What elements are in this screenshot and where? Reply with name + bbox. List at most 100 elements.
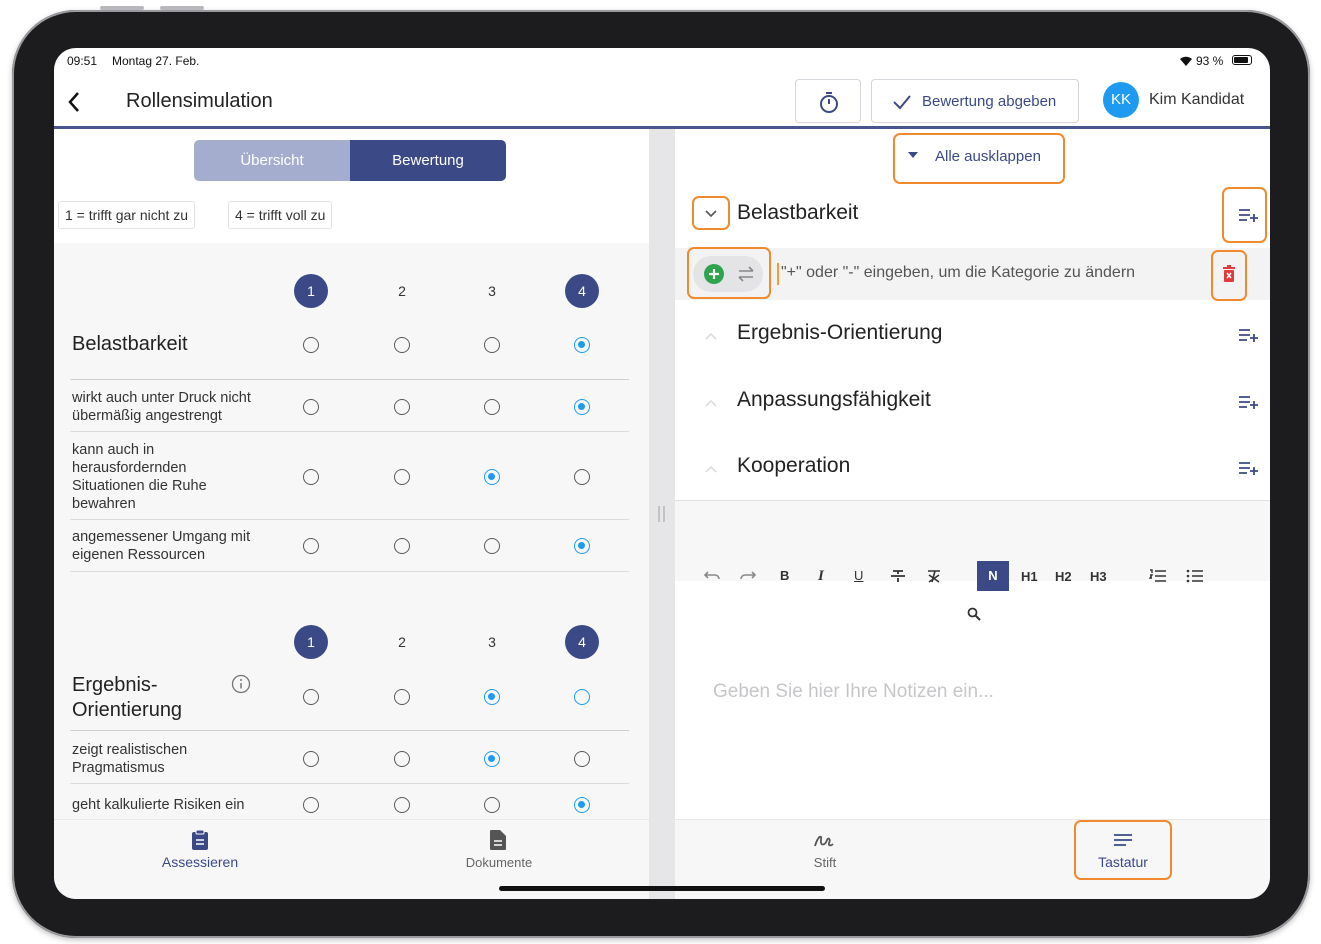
category-title[interactable]: Anpassungsfähigkeit [737,388,931,412]
submit-rating-label: Bewertung abgeben [922,93,1057,110]
wifi-icon [1180,56,1192,66]
divider [70,431,629,432]
radio-overall-4[interactable] [574,337,590,353]
keyboard-lines-icon[interactable] [1113,833,1133,847]
radio-2[interactable] [394,538,410,554]
radio-3[interactable] [484,751,500,767]
divider [70,379,629,380]
radio-3[interactable] [484,538,500,554]
delete-icon[interactable] [1222,265,1236,283]
radio-2[interactable] [394,797,410,813]
right-pane: Alle ausklappen Belastbarkeit "+" oder "… [675,129,1270,819]
add-to-list-icon[interactable] [1238,394,1260,410]
radio-1[interactable] [303,751,319,767]
group-title-ergebnis-orientierung: Ergebnis-Orientierung [72,674,183,721]
timer-button[interactable] [795,79,861,123]
italic-button[interactable]: I [818,568,824,585]
user-name[interactable]: Kim Kandidat [1149,91,1244,109]
chevron-up-icon[interactable] [704,399,718,409]
divider [70,783,629,784]
nav-assessieren[interactable]: Assessieren [150,854,250,870]
heading-1-button[interactable]: H1 [1021,569,1038,584]
normal-text-button[interactable]: N [977,561,1009,591]
scale-number-1: 1 [294,625,328,659]
divider [70,571,629,572]
radio-1[interactable] [303,797,319,813]
radio-overall-4[interactable] [574,689,590,705]
radio-overall-2[interactable] [394,337,410,353]
category-input[interactable]: "+" oder "-" eingeben, um die Kategorie … [781,264,1135,282]
back-chevron-icon[interactable] [66,90,82,114]
category-title[interactable]: Belastbarkeit [737,201,858,225]
avatar[interactable]: KK [1103,82,1139,118]
divider [70,519,629,520]
nav-tastatur[interactable]: Tastatur [1073,854,1173,870]
radio-2[interactable] [394,751,410,767]
stopwatch-icon [820,92,838,113]
clipboard-icon[interactable] [191,829,209,851]
radio-1[interactable] [303,399,319,415]
radio-3[interactable] [484,469,500,485]
radio-2[interactable] [394,469,410,485]
radio-4[interactable] [574,751,590,767]
nav-dokumente[interactable]: Dokumente [449,855,549,870]
scale-number-1: 1 [294,274,328,308]
add-to-list-icon[interactable] [1238,460,1260,476]
chevron-up-icon[interactable] [704,332,718,342]
undo-icon[interactable] [703,570,721,582]
radio-1[interactable] [303,538,319,554]
editor-toolbar [675,500,1270,581]
strikethrough-icon[interactable] [890,569,906,583]
device-button [160,6,204,10]
battery-icon [1232,55,1252,65]
radio-4[interactable] [574,538,590,554]
heading-2-button[interactable]: H2 [1055,569,1072,584]
status-date: Montag 27. Feb. [112,54,200,68]
app-screen: 09:51 Montag 27. Feb. 93 % Rollensimulat… [54,48,1270,899]
underline-button[interactable]: U [854,568,863,583]
criterion-text: geht kalkulierte Risiken ein [72,797,245,813]
bold-button[interactable]: B [780,568,789,583]
pen-icon[interactable] [813,832,835,850]
category-title[interactable]: Ergebnis-Orientierung [737,321,942,345]
radio-1[interactable] [303,469,319,485]
heading-3-button[interactable]: H3 [1090,569,1107,584]
radio-overall-1[interactable] [303,689,319,705]
scale-number-3: 3 [488,634,496,650]
info-icon[interactable] [231,674,251,694]
check-icon [893,95,911,110]
segment-overview[interactable]: Übersicht [194,140,350,181]
radio-overall-1[interactable] [303,337,319,353]
radio-3[interactable] [484,399,500,415]
radio-overall-2[interactable] [394,689,410,705]
radio-2[interactable] [394,399,410,415]
document-icon[interactable] [489,829,507,851]
chevron-up-icon[interactable] [704,465,718,475]
radio-overall-3[interactable] [484,337,500,353]
add-to-list-icon[interactable] [1238,207,1260,223]
submit-rating-button[interactable]: Bewertung abgeben [871,79,1079,123]
radio-3[interactable] [484,797,500,813]
notes-editor[interactable]: Geben Sie hier Ihre Notizen ein... [713,681,994,703]
radio-4[interactable] [574,469,590,485]
search-icon[interactable] [967,607,981,621]
radio-4[interactable] [574,797,590,813]
numbered-list-icon[interactable] [1149,569,1167,583]
chevron-down-icon[interactable] [704,209,718,219]
category-title[interactable]: Kooperation [737,454,850,478]
segment-rating[interactable]: Bewertung [350,140,506,181]
home-indicator [499,886,825,891]
add-circle-icon[interactable] [704,264,724,284]
swap-icon[interactable] [736,266,756,282]
radio-4[interactable] [574,399,590,415]
expand-all-button[interactable]: Alle ausklappen [935,148,1041,165]
criterion-text: zeigt realistischen Pragmatismus [72,742,188,776]
add-to-list-icon[interactable] [1238,327,1260,343]
radio-overall-3[interactable] [484,689,500,705]
scale-number-4: 4 [565,625,599,659]
clear-format-icon[interactable] [926,569,942,583]
bullet-list-icon[interactable] [1186,569,1204,583]
pane-splitter[interactable] [649,129,675,899]
redo-icon[interactable] [739,570,757,582]
nav-stift[interactable]: Stift [775,855,875,870]
